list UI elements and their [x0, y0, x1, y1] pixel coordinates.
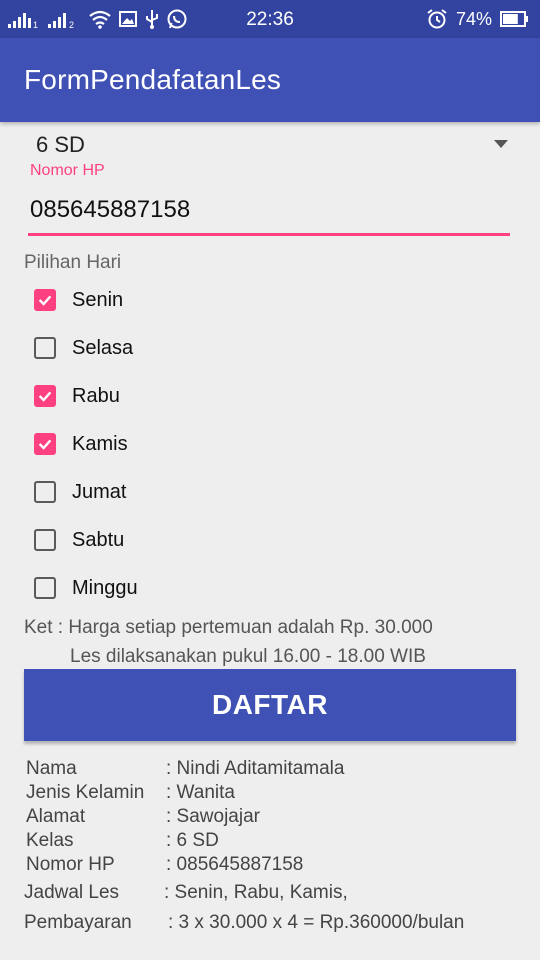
day-checkbox-label: Senin	[72, 288, 124, 311]
alarm-icon	[427, 9, 447, 29]
phone-field-label: Nomor HP	[30, 162, 105, 179]
day-checkbox-label: Kamis	[72, 432, 128, 455]
checkbox-unchecked-icon[interactable]	[34, 577, 56, 599]
result-nama-label: Nama	[26, 758, 77, 779]
result-bayar-label: Pembayaran	[24, 912, 132, 933]
checkbox-unchecked-icon[interactable]	[34, 529, 56, 551]
result-jk-label: Jenis Kelamin	[26, 782, 145, 803]
status-bar: 1 2 22:36 74%	[0, 0, 540, 38]
checkbox-checked-icon[interactable]	[34, 433, 56, 455]
app-title: FormPendafatanLes	[24, 64, 282, 95]
result-nama-value: : Nindi Aditamitamala	[166, 758, 345, 779]
result-bayar-value: : 3 x 30.000 x 4 = Rp.360000/bulan	[168, 912, 465, 933]
checkbox-checked-icon[interactable]	[34, 289, 56, 311]
app-bar: FormPendafatanLes	[0, 38, 540, 122]
note-line-1: Ket : Harga setiap pertemuan adalah Rp. …	[24, 617, 433, 638]
checkbox-unchecked-icon[interactable]	[34, 481, 56, 503]
result-jk-value: : Wanita	[166, 782, 235, 803]
day-checkbox-label: Sabtu	[72, 528, 125, 551]
result-hp-label: Nomor HP	[26, 854, 115, 875]
note-line-2: Les dilaksanakan pukul 16.00 - 18.00 WIB	[70, 646, 426, 667]
day-checkbox-label: Minggu	[72, 576, 138, 599]
checkbox-unchecked-icon[interactable]	[34, 337, 56, 359]
days-section-label: Pilihan Hari	[24, 252, 122, 273]
result-hp-value: : 085645887158	[166, 854, 304, 875]
day-checkbox-label: Jumat	[72, 480, 127, 503]
day-checkbox-label: Rabu	[72, 384, 120, 407]
daftar-button[interactable]: DAFTAR	[24, 669, 516, 741]
day-checkbox-jumat[interactable]: Jumat	[34, 472, 126, 512]
day-checkbox-selasa[interactable]: Selasa	[34, 328, 133, 368]
day-checkbox-rabu[interactable]: Rabu	[34, 376, 120, 416]
result-alamat-value: : Sawojajar	[166, 806, 260, 827]
battery-icon	[500, 11, 528, 27]
dropdown-arrow-icon	[494, 140, 508, 148]
day-checkbox-label: Selasa	[72, 336, 134, 359]
day-checkbox-minggu[interactable]: Minggu	[34, 568, 138, 608]
kelas-spinner[interactable]: 6 SD	[24, 130, 516, 162]
status-right-icons: 74%	[426, 8, 530, 30]
kelas-spinner-value: 6 SD	[36, 132, 85, 157]
result-kelas-value: : 6 SD	[166, 830, 219, 851]
day-checkbox-kamis[interactable]: Kamis	[34, 424, 128, 464]
checkbox-checked-icon[interactable]	[34, 385, 56, 407]
phone-field-underline	[28, 233, 510, 236]
result-alamat-label: Alamat	[26, 806, 86, 827]
day-checkbox-sabtu[interactable]: Sabtu	[34, 520, 124, 560]
result-jadwal-label: Jadwal Les	[24, 882, 120, 903]
phone-field[interactable]: 085645887158	[30, 196, 510, 234]
result-kelas-label: Kelas	[26, 830, 74, 851]
day-checkbox-senin[interactable]: Senin	[34, 280, 123, 320]
battery-percent: 74%	[455, 8, 492, 29]
result-jadwal-value: : Senin, Rabu, Kamis,	[164, 882, 348, 903]
